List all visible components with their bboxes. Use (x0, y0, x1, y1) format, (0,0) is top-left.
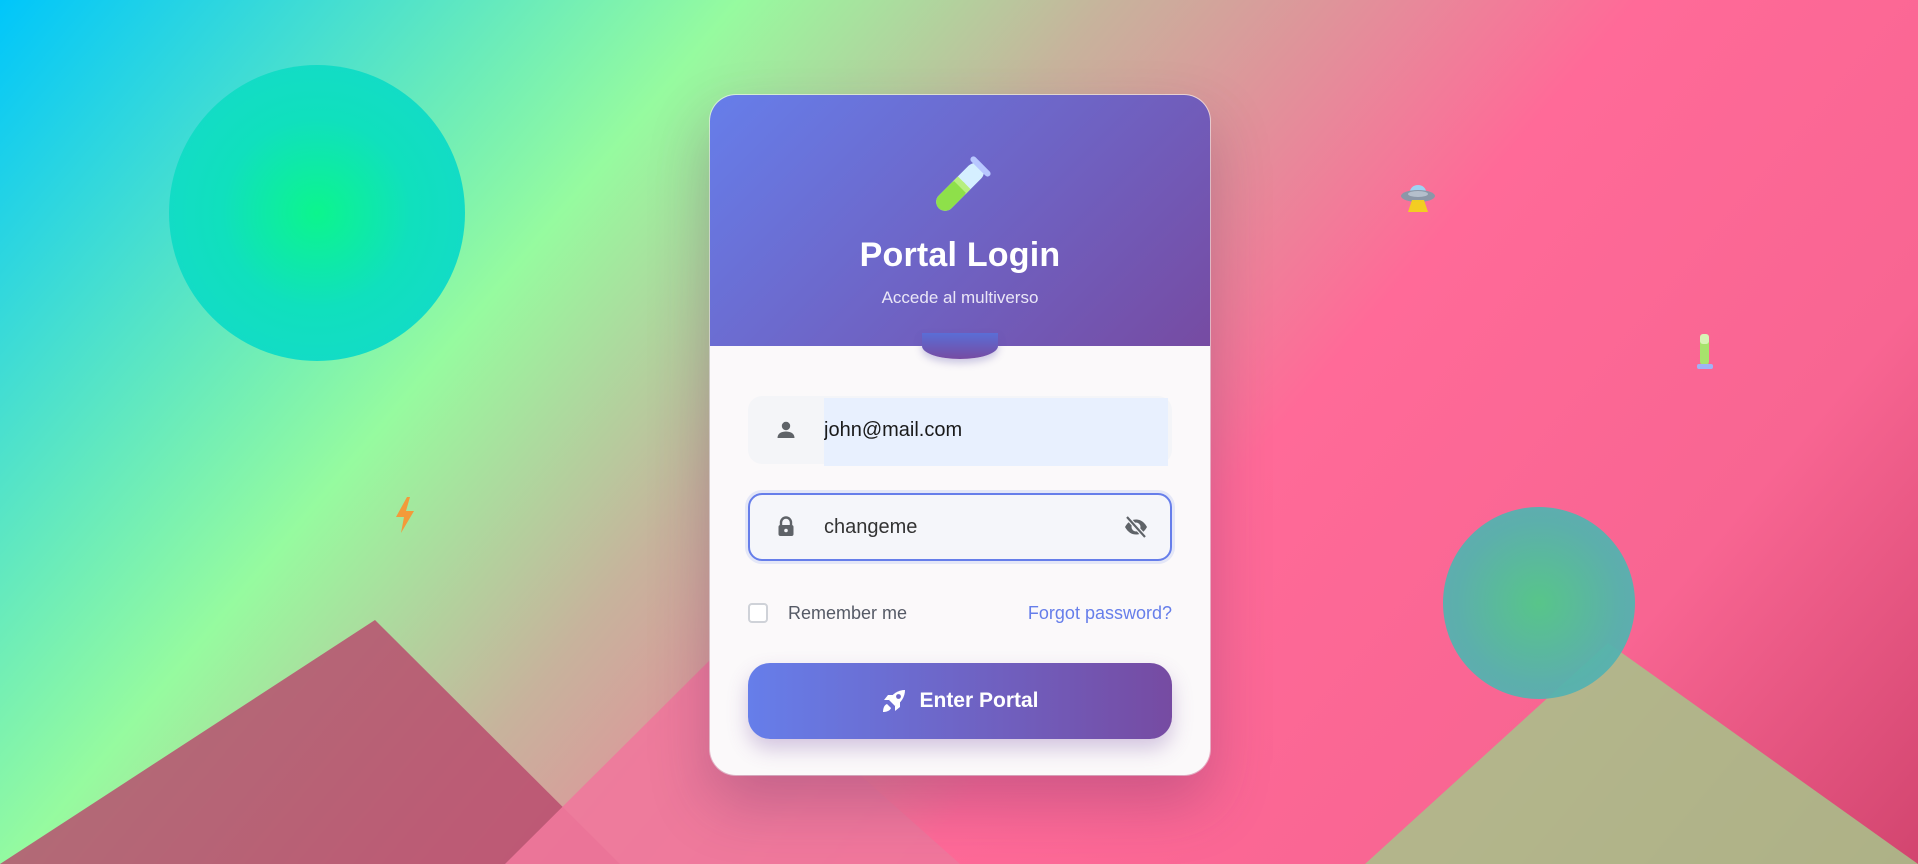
password-input[interactable] (824, 493, 1124, 561)
email-field[interactable] (748, 396, 1172, 466)
lightning-icon (396, 497, 414, 533)
test-tube-icon (936, 156, 991, 211)
user-icon (777, 421, 795, 438)
lock-icon (778, 516, 794, 536)
enter-portal-button[interactable]: Enter Portal (748, 663, 1172, 739)
background-circle (1443, 507, 1635, 699)
card-header: Portal Login Accede al multiverso (710, 95, 1210, 346)
test-tube-icon (1697, 334, 1713, 369)
password-field[interactable] (748, 493, 1172, 561)
forgot-password-link[interactable]: Forgot password? (1028, 603, 1172, 624)
header-notch (922, 333, 998, 359)
eye-slash-icon[interactable] (1122, 513, 1150, 541)
page-title: Portal Login (859, 236, 1061, 274)
remember-checkbox[interactable] (748, 603, 768, 623)
rocket-icon (883, 690, 906, 712)
email-input[interactable] (824, 396, 1124, 464)
enter-portal-label: Enter Portal (919, 689, 1039, 712)
remember-me[interactable]: Remember me (748, 601, 907, 625)
remember-label: Remember me (788, 602, 908, 623)
ufo-icon (1401, 185, 1435, 212)
page-subtitle: Accede al multiverso (881, 288, 1039, 307)
login-card: Portal Login Accede al multiverso Rememb… (710, 95, 1210, 775)
